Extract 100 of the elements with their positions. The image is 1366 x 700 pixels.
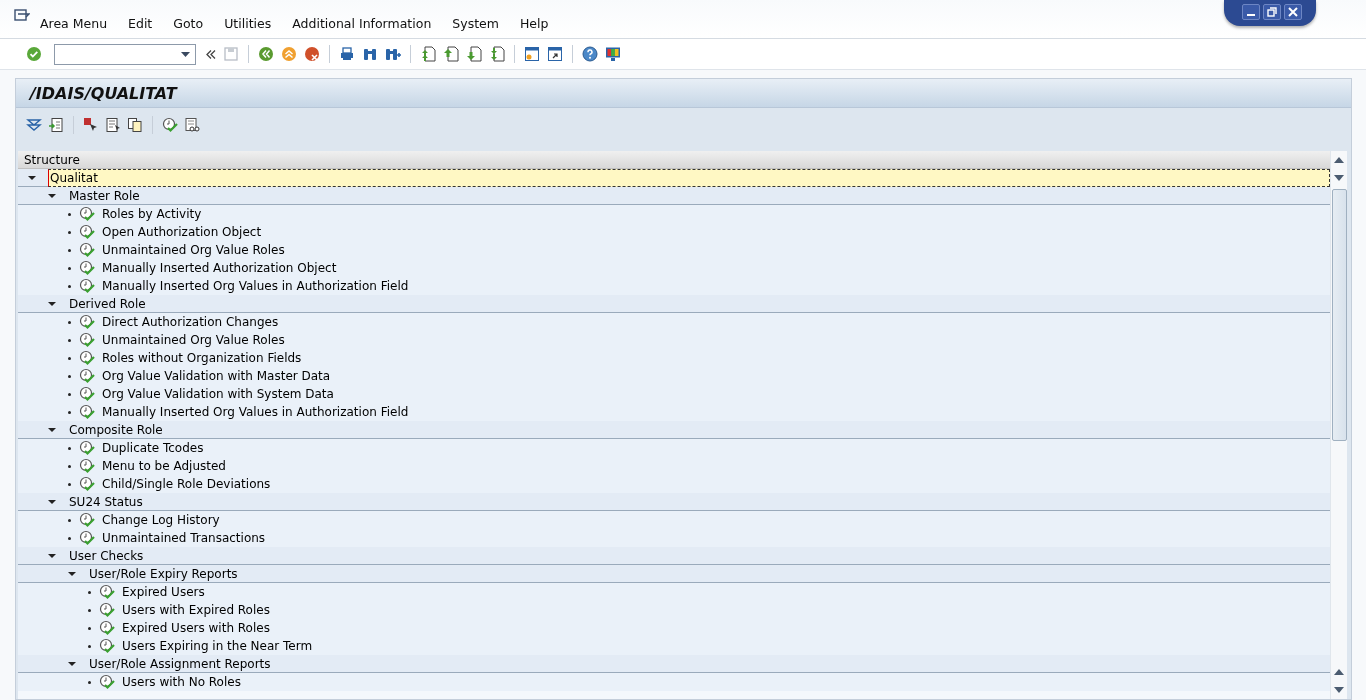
tree-item[interactable]: Duplicate Tcodes [101,440,205,456]
clock-check-icon[interactable] [79,260,95,276]
clock-check-icon[interactable] [79,350,95,366]
clock-check-icon[interactable] [79,530,95,546]
shortcut-icon[interactable] [547,46,563,62]
tree-item[interactable]: Org Value Validation with Master Data [101,368,332,384]
tree-item[interactable]: Roles by Activity [101,206,203,222]
clock-check-icon[interactable] [79,314,95,330]
clock-check-icon[interactable] [79,476,95,492]
binoculars-plus-icon[interactable] [385,46,401,62]
menu-item[interactable]: System [452,15,499,31]
tree-node[interactable]: Composite Role [68,421,164,438]
collapse-arrow-icon[interactable] [28,173,36,182]
printer-icon[interactable] [339,46,355,62]
first-page-icon[interactable] [420,46,436,62]
tree-node[interactable]: Derived Role [68,295,147,312]
scroll-up-icon[interactable] [1334,157,1344,163]
back-icon[interactable] [258,46,274,62]
new-window-icon[interactable] [524,46,540,62]
document-glasses-icon[interactable] [184,117,200,133]
execute-list-icon[interactable] [48,117,64,133]
clock-check-icon[interactable] [79,440,95,456]
tree-item[interactable]: Unmaintained Org Value Roles [101,332,286,348]
clock-check-icon[interactable] [79,404,95,420]
clock-check-icon[interactable] [79,386,95,402]
tree-node[interactable]: Master Role [68,187,141,204]
restore-button[interactable] [1263,4,1281,20]
bullet-icon [68,374,71,378]
tree-item[interactable]: Roles without Organization Fields [101,350,303,366]
collapse-arrow-icon[interactable] [48,299,56,308]
tree-item[interactable]: Org Value Validation with System Data [101,386,335,402]
clock-check-icon[interactable] [79,224,95,240]
scrollbar[interactable] [1330,151,1347,699]
tree-node[interactable]: User/Role Expiry Reports [88,565,239,582]
tree-item[interactable]: Unmaintained Transactions [101,530,267,546]
minimize-button[interactable] [1242,4,1260,20]
help-icon[interactable] [582,46,598,62]
menu-item[interactable]: Area Menu [40,15,108,31]
next-page-icon[interactable] [466,46,482,62]
binoculars-icon[interactable] [362,46,378,62]
tree-node[interactable]: SU24 Status [68,493,144,510]
clock-check-icon[interactable] [79,206,95,222]
tree-item[interactable]: Open Authorization Object [101,224,263,240]
tree-item[interactable]: Users with No Roles [121,674,242,690]
collapse-arrow-icon[interactable] [48,551,56,560]
tree-item[interactable]: Menu to be Adjusted [101,458,227,474]
tree-item[interactable]: Users Expiring in the Near Term [121,638,314,654]
clock-check-icon[interactable] [99,638,115,654]
clock-check-icon[interactable] [99,584,115,600]
column-header: Structure [18,151,1330,169]
tree-item[interactable]: Users with Expired Roles [121,602,271,618]
clock-check-icon[interactable] [79,278,95,294]
document-pointer-icon[interactable] [105,117,121,133]
menu-item[interactable]: Goto [173,15,204,31]
screen-title: /IDAIS/QUALITAT [30,83,177,103]
tree-node[interactable]: Qualitat [48,169,1330,187]
scroll-thumb[interactable] [1331,189,1347,441]
tree-item[interactable]: Direct Authorization Changes [101,314,280,330]
last-page-icon[interactable] [489,46,505,62]
clock-check-icon[interactable] [99,674,115,690]
clock-check-icon[interactable] [79,242,95,258]
check-icon[interactable] [26,46,42,62]
clock-check-icon[interactable] [79,368,95,384]
menu-item[interactable]: Edit [128,15,153,31]
tree-item[interactable]: Expired Users with Roles [121,620,271,636]
clock-check-icon[interactable] [162,117,178,133]
tree-node[interactable]: User/Role Assignment Reports [88,655,272,672]
command-field[interactable] [54,43,196,65]
menu-item[interactable]: Utilities [224,15,272,31]
scroll-down-icon[interactable] [1334,687,1344,693]
tree-item[interactable]: Child/Single Role Deviations [101,476,272,492]
menu-item[interactable]: Help [519,15,549,31]
scroll-up-icon[interactable] [1334,669,1344,675]
caret-icon[interactable] [181,51,190,57]
collapse-arrow-icon[interactable] [48,191,56,200]
menu-icon[interactable] [14,9,30,23]
clock-check-icon[interactable] [99,602,115,618]
scroll-down-icon[interactable] [1334,175,1344,181]
clock-check-icon[interactable] [79,332,95,348]
tree-item[interactable]: Change Log History [101,512,221,528]
tree-item[interactable]: Expired Users [121,584,206,600]
cancel-icon[interactable] [304,46,320,62]
tree-item[interactable]: Unmaintained Org Value Roles [101,242,286,258]
collapse-arrow-icon[interactable] [48,425,56,434]
tree-item[interactable]: Manually Inserted Authorization Object [101,260,338,276]
clock-check-icon[interactable] [99,620,115,636]
collapse-arrow-icon[interactable] [48,497,56,506]
menu-item[interactable]: Additional Information [292,15,432,31]
monitor-icon[interactable] [605,46,621,62]
copy-icon[interactable] [127,117,143,133]
clock-check-icon[interactable] [79,512,95,528]
collapse-arrow-icon[interactable] [68,569,76,578]
collapse-icon[interactable] [206,49,216,59]
previous-page-icon[interactable] [443,46,459,62]
close-button[interactable] [1284,4,1302,20]
expand-all-icon[interactable] [26,117,42,133]
select-pointer-icon[interactable] [83,117,99,133]
tree-node[interactable]: User Checks [68,547,145,564]
clock-check-icon[interactable] [79,458,95,474]
collapse-arrow-icon[interactable] [68,659,76,668]
